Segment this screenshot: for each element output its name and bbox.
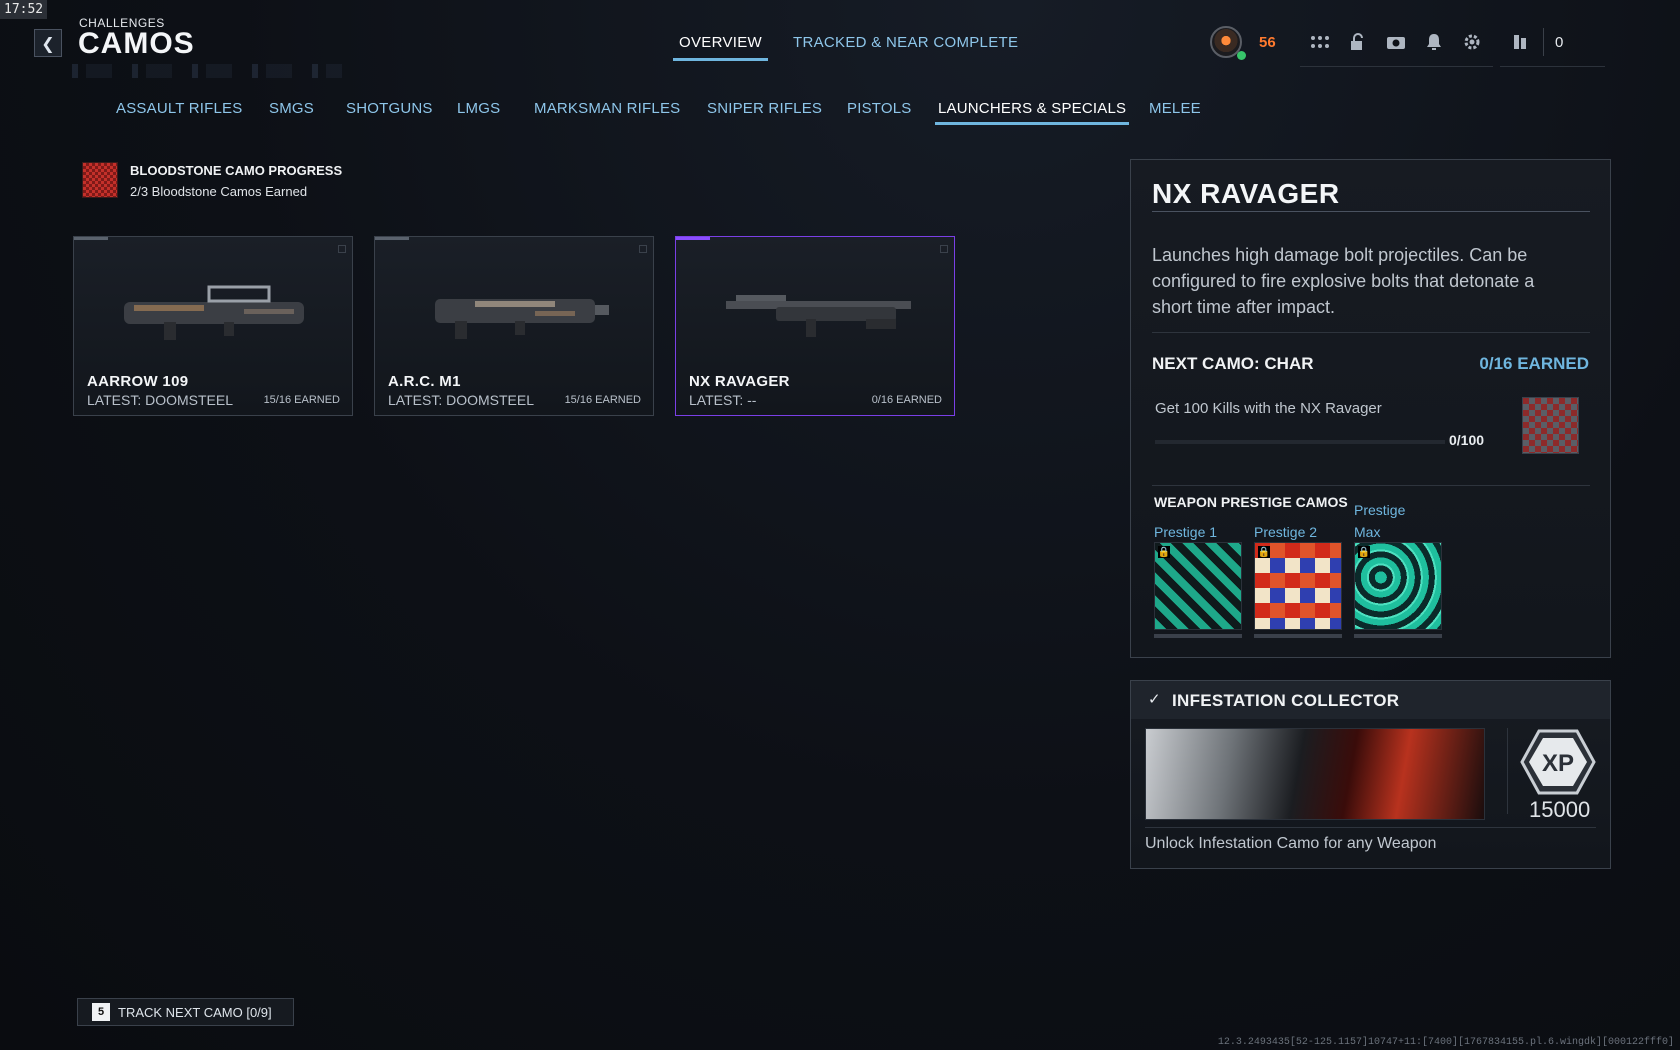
- tab-marksman-rifles[interactable]: MARKSMAN RIFLES: [534, 100, 680, 117]
- header-divider: [1300, 66, 1493, 67]
- checkmark-icon: ✓: [1148, 690, 1161, 708]
- prestige-2-progress: [1254, 634, 1342, 638]
- prestige-camos-heading: WEAPON PRESTIGE CAMOS: [1154, 494, 1348, 510]
- bell-icon[interactable]: [1422, 30, 1446, 54]
- weapon-card-nx-ravager[interactable]: NX RAVAGER LATEST: -- 0/16 EARNED: [675, 236, 955, 416]
- weapon-name: A.R.C. M1: [388, 373, 461, 390]
- tab-lmgs[interactable]: LMGS: [457, 100, 500, 117]
- weapon-name: AARROW 109: [87, 373, 189, 390]
- infestation-title: INFESTATION COLLECTOR: [1172, 691, 1400, 710]
- apps-grid-icon[interactable]: [1308, 30, 1332, 54]
- infestation-collector-panel: ✓ INFESTATION COLLECTOR XP 15000 Unlock …: [1130, 680, 1611, 869]
- weapon-detail-panel: NX RAVAGER Launches high damage bolt pro…: [1130, 159, 1611, 658]
- currency-count: 0: [1555, 34, 1564, 51]
- challenge-description: Get 100 Kills with the NX Ravager: [1155, 400, 1382, 417]
- divider: [1507, 728, 1508, 814]
- divider: [1152, 485, 1590, 486]
- weapon-camos-earned: 15/16 EARNED: [263, 394, 340, 406]
- player-level: 56: [1259, 34, 1276, 51]
- prestige-1-progress: [1154, 634, 1242, 638]
- prestige-max-label-line2: Max: [1354, 524, 1381, 540]
- card-progress-indicator: [676, 237, 710, 240]
- prestige-max-camo[interactable]: 🔒: [1354, 542, 1442, 630]
- lock-icon: 🔒: [1157, 546, 1171, 558]
- header-vertical-divider: [1543, 28, 1544, 56]
- divider: [1152, 332, 1590, 333]
- weapon-latest-camo: LATEST: DOOMSTEEL: [87, 392, 233, 408]
- bloodstone-camo-icon: [82, 162, 118, 198]
- launcher-icon: [435, 299, 609, 339]
- system-clock: 17:52: [0, 0, 48, 19]
- card-corner-marker: [940, 245, 948, 253]
- prestige-max-label-line1: Prestige: [1354, 502, 1406, 518]
- challenge-progress-value: 0/100: [1449, 432, 1485, 448]
- card-progress-indicator: [375, 237, 409, 240]
- prestige-2-label: Prestige 2: [1254, 524, 1318, 540]
- bloodstone-title: BLOODSTONE CAMO PROGRESS: [130, 163, 343, 178]
- camera-icon[interactable]: [1384, 30, 1408, 54]
- weapon-description: Launches high damage bolt projectiles. C…: [1152, 245, 1535, 317]
- build-version-string: 12.3.2493435[52-125.1157]10747+11:[7400]…: [1217, 1037, 1674, 1048]
- weapon-camos-earned: 0/16 EARNED: [871, 394, 942, 406]
- header-divider: [1500, 66, 1605, 67]
- tab-smgs[interactable]: SMGS: [269, 100, 314, 117]
- weapon-card-aarrow-109[interactable]: AARROW 109 LATEST: DOOMSTEEL 15/16 EARNE…: [73, 236, 353, 416]
- keybind-key: 5: [92, 1003, 110, 1021]
- weapon-name: NX RAVAGER: [689, 373, 790, 390]
- weapon-latest-camo: LATEST: DOOMSTEEL: [388, 392, 534, 408]
- weapon-card-arc-m1[interactable]: A.R.C. M1 LATEST: DOOMSTEEL 15/16 EARNED: [374, 236, 654, 416]
- chevron-left-icon: ❮: [41, 33, 55, 53]
- bloodstone-progress: 2/3 Bloodstone Camos Earned: [130, 184, 308, 199]
- tab-shotguns[interactable]: SHOTGUNS: [346, 100, 433, 117]
- prestige-1-label: Prestige 1: [1154, 524, 1218, 540]
- card-corner-marker: [639, 245, 647, 253]
- tab-pistols[interactable]: PISTOLS: [847, 100, 911, 117]
- xp-badge-text: XP: [1542, 750, 1574, 777]
- lock-icon: 🔒: [1257, 546, 1271, 558]
- prestige-max-progress: [1354, 634, 1442, 638]
- tab-overview[interactable]: OVERVIEW: [673, 34, 768, 61]
- tab-assault-rifles[interactable]: ASSAULT RIFLES: [116, 100, 242, 117]
- track-next-camo-button[interactable]: 5 TRACK NEXT CAMO [0/9]: [77, 998, 294, 1026]
- lock-icon: 🔒: [1357, 546, 1371, 558]
- infestation-description: Unlock Infestation Camo for any Weapon: [1145, 835, 1437, 852]
- next-camo-earned: 0/16 EARNED: [1479, 354, 1589, 373]
- weapon-camos-earned: 15/16 EARNED: [564, 394, 641, 406]
- operator-icon[interactable]: [1508, 30, 1532, 54]
- detail-weapon-title: NX RAVAGER: [1152, 178, 1340, 209]
- xp-reward-value: 15000: [1529, 797, 1591, 822]
- launcher-icon: [124, 285, 304, 340]
- tab-tracked-near-complete[interactable]: TRACKED & NEAR COMPLETE: [793, 34, 1018, 51]
- xp-badge-icon: XP: [1520, 729, 1596, 795]
- card-corner-marker: [338, 245, 346, 253]
- crossbow-icon: [726, 295, 911, 337]
- tab-melee[interactable]: MELEE: [1149, 100, 1201, 117]
- char-camo-preview[interactable]: [1522, 397, 1579, 454]
- unlock-icon[interactable]: [1346, 30, 1370, 54]
- divider: [1145, 827, 1596, 828]
- prestige-2-camo[interactable]: 🔒: [1254, 542, 1342, 630]
- track-next-camo-label: TRACK NEXT CAMO [0/9]: [118, 1004, 272, 1020]
- next-camo-label: NEXT CAMO: CHAR: [1152, 354, 1314, 373]
- gear-icon[interactable]: [1460, 30, 1484, 54]
- divider: [1152, 211, 1590, 212]
- tab-launchers-specials[interactable]: LAUNCHERS & SPECIALS: [934, 100, 1130, 125]
- card-progress-indicator: [74, 237, 108, 240]
- weapon-latest-camo: LATEST: --: [689, 392, 757, 408]
- tab-sniper-rifles[interactable]: SNIPER RIFLES: [707, 100, 822, 117]
- prestige-1-camo[interactable]: 🔒: [1154, 542, 1242, 630]
- title-decoration: [72, 64, 342, 78]
- infestation-reward-art: [1145, 728, 1485, 820]
- page-title: CAMOS: [78, 27, 195, 60]
- online-status-dot: [1237, 51, 1246, 60]
- challenge-progress-bar: [1155, 440, 1445, 444]
- back-button[interactable]: ❮: [34, 29, 62, 57]
